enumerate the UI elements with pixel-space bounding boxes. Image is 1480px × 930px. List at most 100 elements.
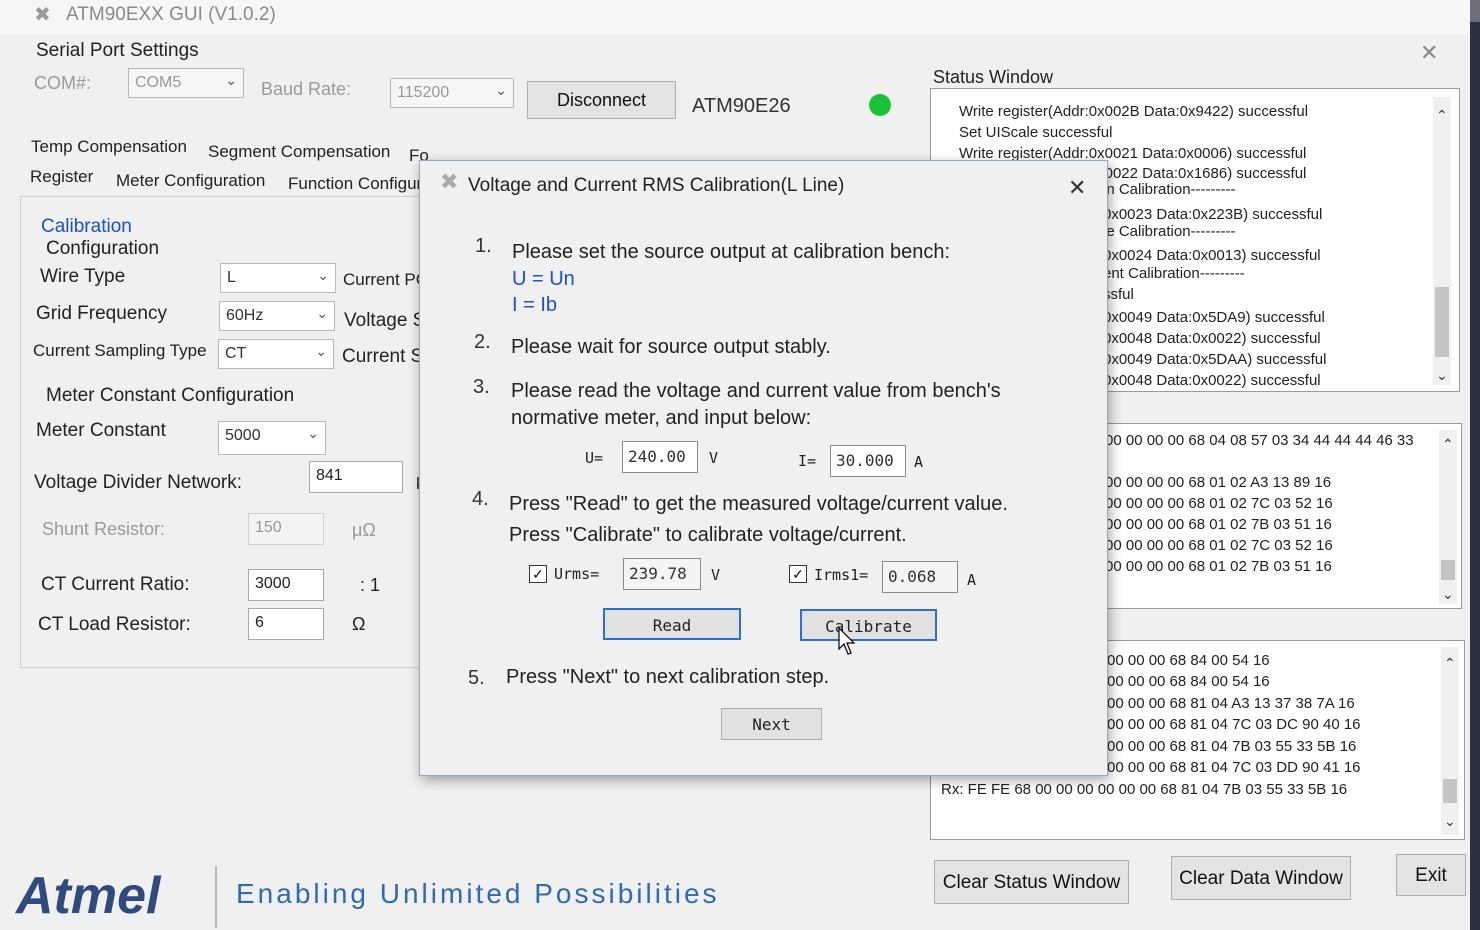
close-icon[interactable]: ✕: [1420, 40, 1438, 66]
com-port-select[interactable]: COM5 ⌄: [128, 68, 244, 98]
urms-checkbox[interactable]: ✓: [529, 565, 547, 583]
app-logo-icon: ✖: [34, 4, 51, 26]
irms-unit: A: [967, 571, 977, 589]
scroll-up-icon[interactable]: ⌃: [1436, 107, 1448, 124]
step-number: 1.: [475, 235, 492, 257]
i-input[interactable]: 30.000: [830, 445, 906, 477]
urms-unit: V: [711, 566, 721, 584]
tab-function-configuration[interactable]: Function Configur: [288, 174, 422, 194]
com-port-value: COM5: [135, 74, 182, 91]
step-number: 4.: [472, 488, 489, 510]
scroll-up-icon[interactable]: ⌃: [1444, 655, 1456, 672]
irms-label: Irms1=: [814, 566, 869, 584]
ct-ratio-unit: : 1: [360, 575, 381, 595]
data1-scrollbar[interactable]: ⌃ ⌄: [1439, 430, 1457, 604]
wire-type-label: Wire Type: [40, 266, 126, 287]
shunt-resistor-input[interactable]: 150: [248, 513, 324, 545]
status-scrollbar[interactable]: ⌃ ⌄: [1433, 97, 1451, 385]
status-window-title: Status Window: [933, 67, 1054, 87]
scroll-up-icon[interactable]: ⌃: [1442, 436, 1454, 453]
ct-ratio-input[interactable]: 3000: [248, 569, 324, 601]
log-line: in Calibration---------: [1103, 181, 1236, 198]
grid-frequency-label: Grid Frequency: [36, 303, 167, 324]
u-label: U=: [585, 449, 604, 467]
current-pg-label: Current PG: [343, 270, 429, 289]
u-input[interactable]: 240.00: [622, 441, 698, 473]
hex-line: 00 00 00 68 84 00 54 16: [1107, 652, 1270, 669]
log-line: ent Calibration---------: [1103, 265, 1245, 282]
log-line: 0x0048 Data:0x0022) successful: [1103, 372, 1321, 389]
baud-rate-select[interactable]: 115200 ⌄: [390, 78, 514, 108]
hex-line: 00 00 00 68 81 04 7C 03 DC 90 40 16: [1107, 716, 1361, 733]
step-number: 3.: [473, 376, 490, 398]
scroll-thumb[interactable]: [1441, 560, 1455, 580]
configuration-title: Configuration: [46, 238, 160, 259]
step1-text: Please set the source output at calibrat…: [512, 241, 951, 263]
step-number: 2.: [474, 331, 491, 353]
hex-line: 00 00 00 68 81 04 A3 13 37 38 7A 16: [1107, 695, 1355, 712]
serial-group-title: Serial Port Settings: [36, 40, 199, 61]
clear-data-window-button[interactable]: Clear Data Window: [1171, 856, 1351, 900]
mouse-cursor-icon: [838, 627, 856, 655]
tab-register[interactable]: Register: [30, 167, 93, 187]
device-name: ATM90E26: [692, 95, 791, 117]
dialog-title: Voltage and Current RMS Calibration(L Li…: [468, 175, 845, 196]
dialog-close-icon[interactable]: ✕: [1068, 175, 1086, 201]
ct-load-label: CT Load Resistor:: [38, 614, 191, 635]
hex-line: 00 00 00 00 68 01 02 7C 03 52 16: [1105, 537, 1333, 554]
wire-type-value: L: [227, 269, 236, 286]
com-label: COM#:: [34, 73, 92, 93]
exit-button[interactable]: Exit: [1396, 854, 1466, 896]
chevron-down-icon: ⌄: [495, 82, 507, 98]
data2-scrollbar[interactable]: ⌃ ⌄: [1441, 647, 1459, 835]
tab-meter-configuration[interactable]: Meter Configuration: [116, 171, 265, 191]
grid-frequency-value: 60Hz: [226, 307, 264, 324]
wire-type-select[interactable]: L ⌄: [220, 263, 336, 293]
ct-ratio-label: CT Current Ratio:: [41, 574, 190, 595]
scroll-down-icon[interactable]: ⌄: [1442, 586, 1454, 603]
footer-divider: [215, 866, 217, 928]
clear-status-window-button[interactable]: Clear Status Window: [934, 860, 1129, 904]
shunt-resistor-unit: μΩ: [352, 520, 376, 540]
step2-text: Please wait for source output stably.: [511, 336, 831, 358]
u-unit: V: [709, 449, 719, 467]
log-line: le Calibration---------: [1103, 223, 1236, 240]
voltage-divider-input[interactable]: 841: [309, 461, 403, 493]
step5-text: Press "Next" to next calibration step.: [506, 666, 830, 688]
calibration-dialog: ✖ Voltage and Current RMS Calibration(L …: [419, 160, 1108, 776]
sampling-type-label: Current Sampling Type: [33, 341, 207, 360]
tab-temp-compensation[interactable]: Temp Compensation: [31, 137, 187, 157]
voltage-divider-label: Voltage Divider Network:: [34, 472, 243, 493]
hex-line: 00 00 00 00 68 01 02 A3 13 89 16: [1105, 474, 1332, 491]
sampling-type-select[interactable]: CT ⌄: [218, 339, 334, 369]
hex-line: 00 00 00 68 81 04 7C 03 DD 90 41 16: [1107, 759, 1361, 776]
chevron-down-icon: ⌄: [317, 267, 329, 283]
meter-constant-select[interactable]: 5000 ⌄: [218, 421, 326, 455]
voltage-s-label: Voltage S: [344, 310, 426, 331]
calibration-link[interactable]: Calibration: [41, 216, 132, 238]
meter-constant-section: Meter Constant Configuration: [46, 385, 295, 406]
calibrate-button[interactable]: Calibrate: [800, 609, 937, 641]
scroll-thumb[interactable]: [1443, 779, 1457, 803]
irms-value: 0.068: [882, 561, 958, 593]
log-line: Write register(Addr:0x002B Data:0x9422) …: [959, 103, 1309, 120]
scroll-down-icon[interactable]: ⌄: [1436, 367, 1448, 384]
title-bar: ✖ ATM90EXX GUI (V1.0.2): [0, 0, 1470, 34]
disconnect-button[interactable]: Disconnect: [527, 81, 676, 119]
tab-segment-compensation[interactable]: Segment Compensation: [208, 142, 390, 162]
log-line: 0x0024 Data:0x0013) successful: [1103, 247, 1321, 264]
window-title: ATM90EXX GUI (V1.0.2): [66, 4, 276, 25]
step1-voltage: U = Un: [512, 268, 575, 290]
current-s-label: Current S: [342, 346, 424, 367]
next-button[interactable]: Next: [721, 708, 822, 740]
irms-checkbox[interactable]: ✓: [789, 565, 807, 583]
scroll-thumb[interactable]: [1435, 287, 1449, 357]
log-line: 0x0048 Data:0x0022) successful: [1103, 330, 1321, 347]
sampling-type-value: CT: [225, 345, 247, 362]
hex-line: 00 00 00 00 68 01 02 7B 03 51 16: [1105, 558, 1332, 575]
ct-load-input[interactable]: 6: [248, 608, 324, 640]
scroll-down-icon[interactable]: ⌄: [1444, 813, 1456, 830]
grid-frequency-select[interactable]: 60Hz ⌄: [219, 301, 335, 331]
urms-value: 239.78: [623, 558, 701, 590]
read-button[interactable]: Read: [603, 608, 741, 640]
